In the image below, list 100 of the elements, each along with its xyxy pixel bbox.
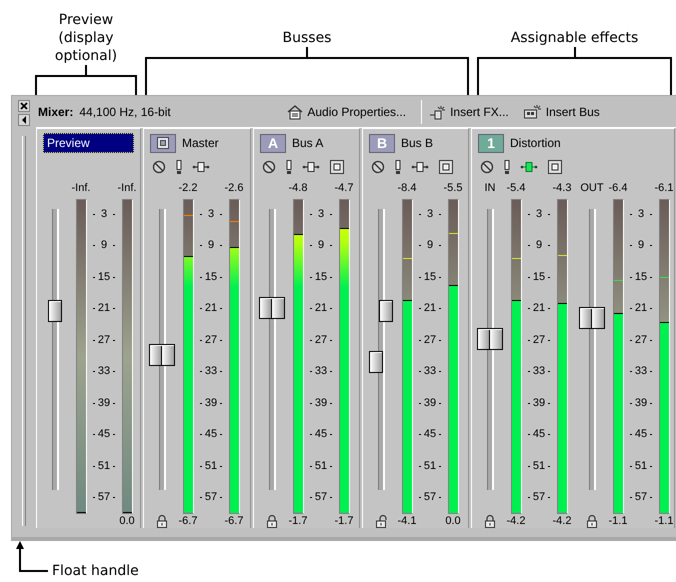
level-reading: -6.7	[178, 516, 198, 526]
section-label: IN	[484, 182, 496, 194]
scale-label: 27	[532, 334, 546, 346]
level-reading: 0.0	[445, 516, 461, 526]
callout-label: Busses	[282, 29, 332, 47]
square-icon	[157, 137, 169, 149]
fader-thumb[interactable]	[48, 300, 62, 322]
toolbar-button[interactable]: Insert FX...	[426, 102, 512, 120]
padlock-closed-icon[interactable]	[586, 514, 598, 528]
scale-label: 21	[424, 303, 436, 314]
scale-label: 27	[634, 334, 648, 346]
fader-thumb[interactable]	[369, 351, 383, 374]
scale-label: 15	[424, 272, 436, 283]
plug-in-chain-icon[interactable]	[302, 161, 320, 173]
level-reading: -4.2	[552, 516, 572, 526]
exclamation-icon[interactable]	[176, 160, 182, 174]
exclamation-icon[interactable]	[395, 160, 401, 174]
level-reading: -4.2	[506, 516, 526, 526]
scale-label: 33	[634, 366, 648, 378]
channel-name[interactable]: Bus B	[401, 134, 434, 152]
level-reading: -1.7	[334, 516, 354, 526]
scale-label: 45	[98, 429, 110, 440]
float-handle[interactable]	[22, 136, 26, 526]
mute-icon[interactable]	[262, 160, 276, 174]
scale-label: 15	[532, 272, 546, 283]
exclamation-icon[interactable]	[504, 160, 510, 174]
master-badge[interactable]	[150, 134, 176, 152]
collapse-button[interactable]	[18, 114, 30, 126]
padlock-closed-icon[interactable]	[156, 514, 168, 528]
house-icon	[286, 104, 304, 120]
mute-icon[interactable]	[480, 160, 494, 174]
caret-left-icon	[21, 116, 27, 124]
scale-label: 39	[314, 398, 328, 409]
plug-in-chain-icon[interactable]	[520, 161, 538, 173]
scale-label: 57	[204, 492, 218, 504]
scale-label: 57	[314, 492, 328, 504]
peak-reading: -6.4	[608, 182, 628, 194]
scale-label: 15	[634, 272, 648, 283]
padlock-open-icon[interactable]	[375, 514, 387, 528]
fader-thumb[interactable]	[149, 344, 175, 366]
level-reading: -1.7	[288, 516, 308, 526]
scale-label: 33	[314, 366, 328, 378]
peak-reading: -6.1	[654, 182, 674, 194]
callout-label: Assignable effects	[510, 29, 638, 47]
scale-label: 21	[532, 303, 546, 314]
output-square-icon[interactable]	[439, 160, 453, 174]
scale-label: 27	[424, 334, 436, 346]
scale-label: 51	[204, 460, 218, 472]
callout-label: Float handle	[52, 562, 139, 581]
scale-label: 51	[532, 460, 546, 472]
close-button[interactable]	[18, 100, 30, 112]
scale-label: 15	[314, 272, 328, 283]
scale-label: 21	[98, 303, 110, 314]
channel-name[interactable]: Preview	[43, 133, 134, 153]
output-square-icon[interactable]	[330, 160, 344, 174]
level-reading: -1.1	[654, 516, 674, 526]
peak-reading: -8.4	[398, 182, 416, 194]
scale-label: 21	[204, 303, 218, 314]
toolbar-button[interactable]: Audio Properties...	[283, 102, 410, 120]
peak-reading: -4.3	[552, 182, 572, 194]
scale-label: 33	[532, 366, 546, 378]
plug-in-chain-icon[interactable]	[192, 161, 210, 173]
padlock-closed-icon[interactable]	[266, 514, 278, 528]
scale-label: 45	[314, 429, 328, 440]
scale-label: 3	[536, 208, 542, 220]
scale-label: 21	[634, 303, 648, 314]
scale-label: 27	[98, 334, 110, 346]
channel-name[interactable]: Distortion	[510, 134, 561, 152]
exclamation-icon[interactable]	[286, 160, 292, 174]
fader-thumb[interactable]	[379, 300, 393, 322]
scale-label: 39	[532, 398, 546, 409]
padlock-closed-icon[interactable]	[484, 514, 496, 528]
scale-label: 9	[100, 240, 108, 252]
level-reading: -6.7	[224, 516, 244, 526]
scale-label: 9	[638, 240, 644, 252]
scale-label: 57	[532, 492, 546, 504]
sparkle-box-icon	[522, 104, 543, 120]
level-reading: -4.1	[398, 516, 416, 526]
channel-name[interactable]: Master	[182, 134, 219, 152]
scale-label: 33	[424, 366, 436, 378]
scale-label: 27	[314, 334, 328, 346]
scale-label: 39	[204, 398, 218, 409]
scale-label: 9	[426, 240, 434, 252]
scale-label: 33	[204, 366, 218, 378]
plug-in-chain-icon[interactable]	[411, 161, 429, 173]
peak-reading: -5.5	[444, 182, 462, 194]
mute-icon[interactable]	[371, 160, 385, 174]
scale-label: 15	[204, 272, 218, 283]
toolbar-button[interactable]: Insert Bus	[520, 102, 603, 120]
scale-label: 51	[98, 460, 110, 472]
mute-icon[interactable]	[152, 160, 166, 174]
fader-thumb[interactable]	[259, 297, 285, 320]
fader-thumb[interactable]	[477, 328, 503, 350]
scale-label: 3	[208, 208, 214, 220]
fader-thumb[interactable]	[579, 307, 605, 330]
peak-reading: -2.2	[178, 182, 198, 194]
scale-label: 51	[314, 460, 328, 472]
scale-label: 9	[208, 240, 214, 252]
channel-name[interactable]: Bus A	[292, 134, 324, 152]
output-square-icon[interactable]	[548, 160, 562, 174]
